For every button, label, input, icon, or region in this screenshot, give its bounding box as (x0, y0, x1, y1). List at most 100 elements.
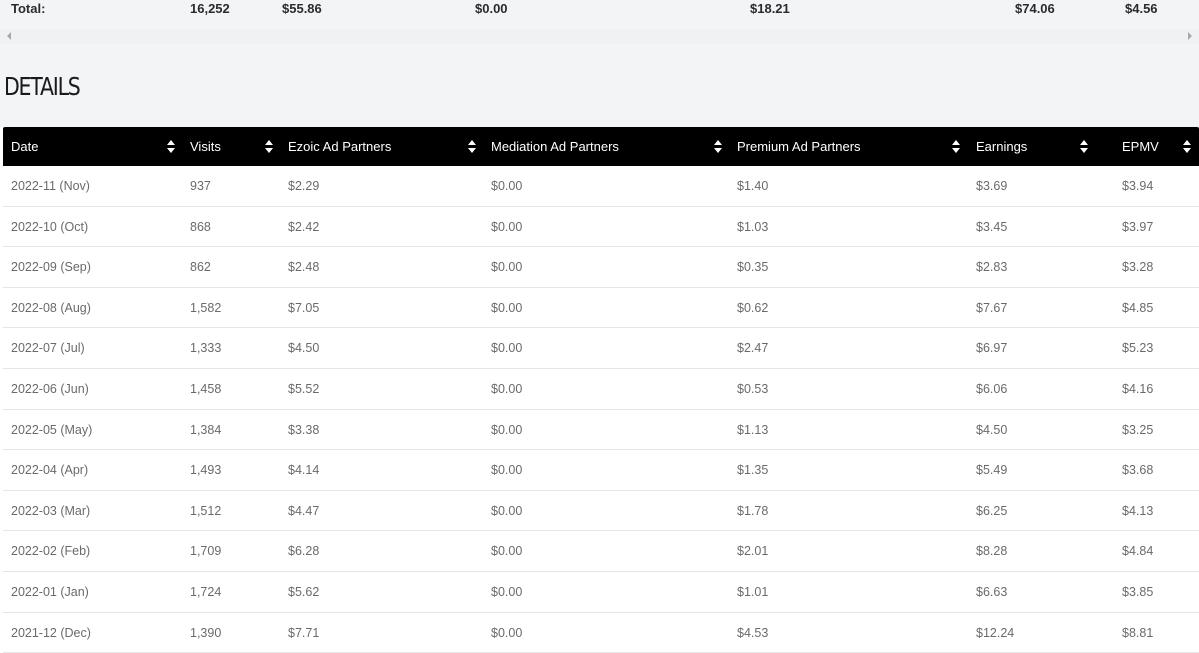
sort-up-down-icon[interactable] (265, 139, 273, 155)
table-cell: $4.16 (1122, 381, 1154, 396)
table-cell: $6.97 (976, 341, 1008, 356)
table-cell: $3.68 (1122, 463, 1154, 478)
table-cell: $1.01 (737, 584, 769, 599)
table-cell: $0.00 (491, 625, 523, 640)
table-row: 2022-11 (Nov) 937 $2.29 $0.00 $1.40 $3.69 $3.9… (3, 166, 1199, 207)
totals-ezoic: $55.86 (282, 1, 322, 16)
table-cell: 2022-06 (Jun) (11, 381, 89, 396)
column-header[interactable]: Date (11, 127, 38, 166)
sort-up-down-icon[interactable] (167, 139, 175, 155)
table-cell: $2.01 (737, 544, 769, 559)
table-cell: $1.40 (737, 179, 769, 193)
table-cell: 2022-01 (Jan) (11, 584, 89, 599)
table-cell: $8.28 (976, 544, 1008, 559)
table-cell: $6.25 (976, 503, 1008, 518)
table-cell: $0.00 (491, 179, 523, 193)
table-cell: $0.00 (491, 300, 523, 315)
table-cell: $6.63 (976, 584, 1008, 599)
table-cell: 1,724 (190, 584, 222, 599)
table-cell: 1,390 (190, 625, 222, 640)
table-cell: $5.52 (288, 381, 320, 396)
table-cell: $4.13 (1122, 503, 1154, 518)
table-cell: $5.23 (1122, 341, 1154, 356)
table-cell: 2022-07 (Jul) (11, 341, 85, 356)
sort-up-down-icon[interactable] (468, 139, 476, 155)
details-header-area (0, 44, 1199, 127)
table-cell: $2.47 (737, 341, 769, 356)
sort-up-down-icon[interactable] (714, 139, 722, 155)
table-cell: 1,493 (190, 463, 222, 478)
table-cell: 1,582 (190, 300, 222, 315)
table-cell: $4.50 (288, 341, 320, 356)
table-cell: $1.35 (737, 463, 769, 478)
sort-up-down-icon[interactable] (1183, 139, 1191, 155)
table-cell: 2022-08 (Aug) (11, 300, 91, 315)
table-cell: $5.62 (288, 584, 320, 599)
table-cell: 862 (190, 260, 211, 275)
table-row: 2022-04 (Apr) 1,493 $4.14 $0.00 $1.35 $5.49 $3… (3, 450, 1199, 491)
table-cell: $1.78 (737, 503, 769, 518)
table-cell: $0.00 (491, 422, 523, 437)
table-cell: $2.48 (288, 260, 320, 275)
table-cell: $0.00 (491, 341, 523, 356)
column-header[interactable]: Premium Ad Partners (737, 127, 861, 166)
totals-label: Total: (11, 1, 46, 16)
table-cell: $0.00 (491, 544, 523, 559)
table-cell: $0.00 (491, 260, 523, 275)
table-cell: $0.00 (491, 463, 523, 478)
table-cell: $2.42 (288, 219, 320, 234)
table-cell: $0.00 (491, 503, 523, 518)
table-cell: 868 (190, 219, 211, 234)
table-cell: $3.25 (1122, 422, 1154, 437)
table-cell: 1,512 (190, 503, 222, 518)
table-cell: $7.05 (288, 300, 320, 315)
totals-visits: 16,252 (190, 1, 230, 16)
column-header[interactable]: Visits (190, 127, 221, 166)
column-header[interactable]: Earnings (976, 127, 1027, 166)
table-cell: $1.03 (737, 219, 769, 234)
table-cell: $1.13 (737, 422, 769, 437)
table-cell: 2022-09 (Sep) (11, 260, 91, 275)
table-cell: 2022-10 (Oct) (11, 219, 89, 234)
table-cell: 2022-04 (Apr) (11, 463, 89, 478)
table-cell: $3.45 (976, 219, 1008, 234)
table-cell: $6.28 (288, 544, 320, 559)
table-cell: $3.69 (976, 179, 1008, 193)
table-cell: $3.85 (1122, 584, 1154, 599)
spacer (0, 20, 1199, 29)
chevron-right-icon[interactable] (1188, 32, 1192, 40)
totals-row: Total: 16,252 $55.86 $0.00 $18.21 $74.06… (0, 0, 1199, 20)
table-cell: $3.97 (1122, 219, 1154, 234)
table-cell: $7.67 (976, 300, 1008, 315)
table-cell: $4.50 (976, 422, 1008, 437)
table-row: 2022-02 (Feb) 1,709 $6.28 $0.00 $2.01 $8.28 $4… (3, 531, 1199, 572)
table-cell: $4.84 (1122, 544, 1154, 559)
table-cell: $4.14 (288, 463, 320, 478)
table-row: 2022-08 (Aug) 1,582 $7.05 $0.00 $0.62 $7.67 $4… (3, 288, 1199, 329)
column-header[interactable]: Ezoic Ad Partners (288, 127, 391, 166)
table-cell: 1,333 (190, 341, 222, 356)
table-row: 2022-07 (Jul) 1,333 $4.50 $0.00 $2.47 $6.97 $5… (3, 328, 1199, 369)
table-cell: $0.00 (491, 219, 523, 234)
table-cell: 1,458 (190, 381, 222, 396)
table-cell: 2022-11 (Nov) (11, 179, 90, 193)
column-header[interactable]: Mediation Ad Partners (491, 127, 619, 166)
table-cell: $0.00 (491, 584, 523, 599)
totals-epmv: $4.56 (1125, 1, 1158, 16)
table-cell: $3.94 (1122, 179, 1154, 193)
column-header[interactable]: EPMV (1122, 127, 1159, 166)
table-cell: $0.35 (737, 260, 769, 275)
table-header: Date Visits Ezoic Ad Partners Mediation Ad … (3, 127, 1199, 166)
totals-premium: $18.21 (750, 1, 790, 16)
table-cell: $2.83 (976, 260, 1008, 275)
chevron-left-icon[interactable] (7, 32, 11, 40)
sort-up-down-icon[interactable] (1080, 139, 1088, 155)
table-cell: $8.81 (1122, 625, 1154, 640)
table-row: 2022-03 (Mar) 1,512 $4.47 $0.00 $1.78 $6.25 $4… (3, 491, 1199, 532)
table-row: 2021-12 (Dec) 1,390 $7.71 $0.00 $4.53 $12.24 $… (3, 613, 1199, 653)
table-cell: $3.38 (288, 422, 320, 437)
horizontal-scrollbar[interactable] (0, 29, 1199, 44)
table-cell: $12.24 (976, 625, 1015, 640)
sort-up-down-icon[interactable] (952, 139, 960, 155)
details-table: Date Visits Ezoic Ad Partners Mediation Ad … (3, 127, 1199, 653)
